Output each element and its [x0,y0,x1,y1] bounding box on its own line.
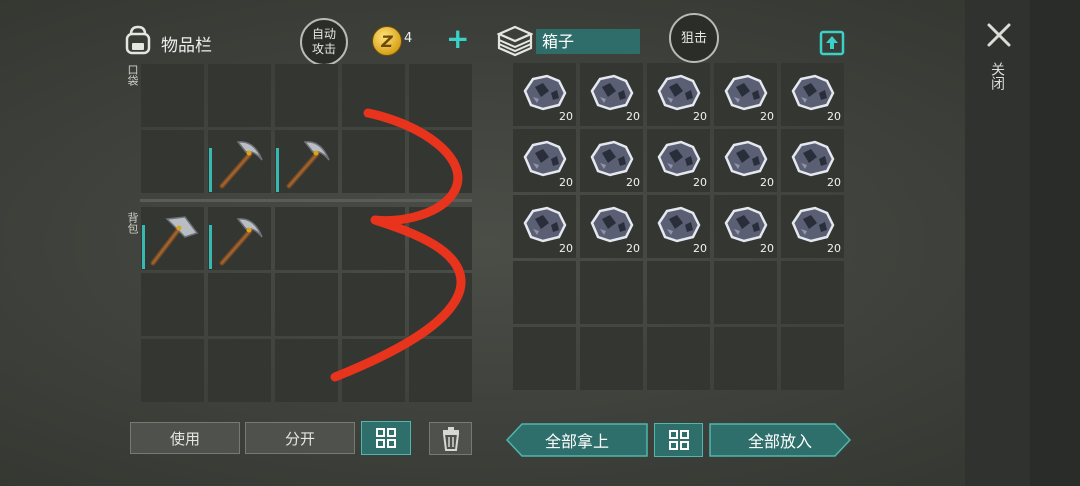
pocket-slot[interactable] [208,64,271,127]
pocket-slot[interactable] [141,64,204,127]
box-slot[interactable] [513,261,576,324]
pocket-slot[interactable] [141,130,204,193]
box-slot[interactable]: 20 [647,195,710,258]
box-slot[interactable] [513,327,576,390]
item-count: 20 [559,176,573,189]
box-slot[interactable]: 20 [647,129,710,192]
close-icon[interactable] [986,22,1012,48]
item-count: 20 [626,176,640,189]
item-count: 20 [760,110,774,123]
pocket-slot[interactable] [208,130,271,193]
trash-icon [442,426,459,451]
trash-button[interactable] [429,422,472,455]
backpack-slot[interactable] [141,207,204,270]
box-slot[interactable]: 20 [781,129,844,192]
box-slot[interactable] [781,261,844,324]
box-slot[interactable] [580,261,643,324]
box-slot[interactable] [647,327,710,390]
durability-bar [142,225,145,269]
pocket-slot[interactable] [275,64,338,127]
backpack-slot[interactable] [275,273,338,336]
box-slot[interactable]: 20 [781,195,844,258]
box-slot[interactable]: 20 [781,63,844,126]
item-count: 20 [693,110,707,123]
coin-count: 4 [404,31,413,46]
pickaxe-icon [286,141,330,189]
durability-bar [209,225,212,269]
sort-box-button[interactable] [654,423,703,457]
backpack-slot[interactable] [208,207,271,270]
item-count: 20 [827,110,841,123]
hammer-icon [150,216,199,266]
box-slot[interactable]: 20 [513,63,576,126]
item-count: 20 [559,242,573,255]
box-slot[interactable] [580,327,643,390]
pickaxe-icon [219,218,263,266]
pocket-label: 口袋 [126,64,139,86]
red-annotation-scribble [330,108,466,382]
take-all-button[interactable]: 全部拿上 [506,423,648,457]
box-slot[interactable] [714,327,777,390]
box-icon [497,25,533,57]
upload-icon[interactable] [818,28,846,56]
item-count: 20 [760,176,774,189]
box-slot[interactable]: 20 [714,63,777,126]
item-count: 20 [559,110,573,123]
pickaxe-icon [219,141,263,189]
item-count: 20 [827,242,841,255]
box-slot[interactable]: 20 [580,195,643,258]
box-slot[interactable]: 20 [714,195,777,258]
backpack-slot[interactable] [275,339,338,402]
item-count: 20 [827,176,841,189]
durability-bar [209,148,212,192]
box-slot[interactable]: 20 [714,129,777,192]
box-slot[interactable]: 20 [513,129,576,192]
auto-attack-button[interactable]: 自动 攻击 [300,18,348,66]
item-count: 20 [760,242,774,255]
item-count: 20 [693,242,707,255]
sort-grid-icon [668,430,689,450]
coin-icon: Z [372,26,402,56]
put-all-label: 全部放入 [747,432,812,451]
item-count: 20 [626,242,640,255]
inventory-title: 物品栏 [161,36,212,56]
right-sidebar [965,0,1080,486]
box-slot[interactable] [714,261,777,324]
box-slot[interactable] [781,327,844,390]
backpack-slot[interactable] [208,339,271,402]
box-slot[interactable]: 20 [580,63,643,126]
pocket-slot[interactable] [275,130,338,193]
item-count: 20 [626,110,640,123]
add-coins-button[interactable]: + [446,25,469,53]
box-name-field: 箱子 [536,29,640,54]
take-all-label: 全部拿上 [544,432,609,451]
item-count: 20 [693,176,707,189]
sort-inventory-button[interactable] [361,421,411,455]
backpack-icon [125,25,151,55]
box-slot[interactable] [647,261,710,324]
backpack-label: 背包 [126,212,139,234]
durability-bar [276,148,279,192]
right-edge [1030,0,1080,486]
put-all-button[interactable]: 全部放入 [709,423,851,457]
backpack-slot[interactable] [275,207,338,270]
backpack-slot[interactable] [141,273,204,336]
box-slot[interactable]: 20 [580,129,643,192]
use-button[interactable]: 使用 [130,422,240,454]
snipe-button[interactable]: 狙击 [669,13,719,63]
sort-grid-icon [376,428,396,448]
backpack-slot[interactable] [141,339,204,402]
box-slot[interactable]: 20 [647,63,710,126]
split-button[interactable]: 分开 [245,422,355,454]
backpack-slot[interactable] [208,273,271,336]
box-slot[interactable]: 20 [513,195,576,258]
close-label[interactable]: 关闭 [989,62,1006,90]
